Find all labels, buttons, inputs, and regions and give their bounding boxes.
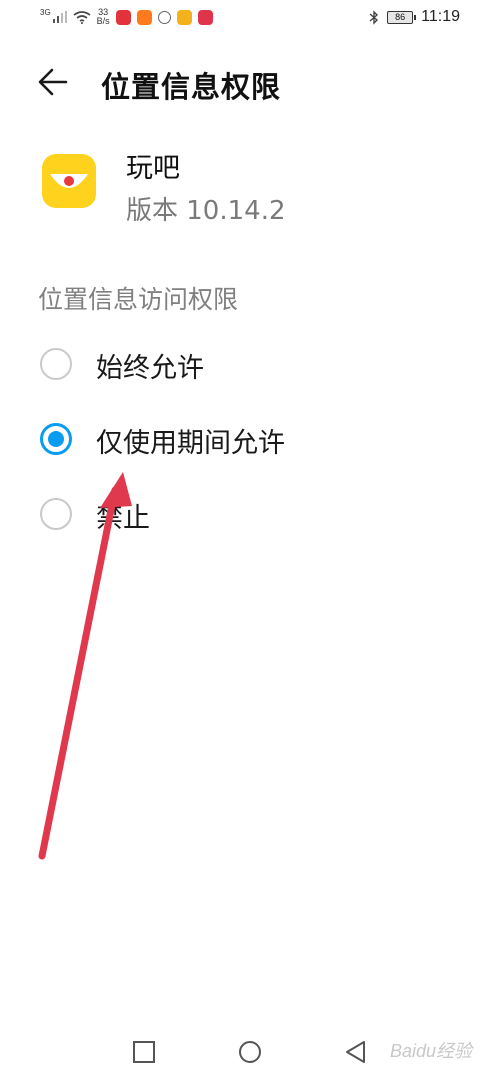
- back-button[interactable]: [34, 62, 78, 102]
- app-version: 版本 10.14.2: [126, 196, 286, 226]
- square-icon: [133, 1041, 155, 1063]
- option-always-allow[interactable]: 始终允许: [0, 332, 500, 396]
- app-name: 玩吧: [126, 153, 180, 184]
- option-label: 禁止: [96, 503, 150, 534]
- option-allow-while-using[interactable]: 仅使用期间允许: [0, 407, 500, 471]
- watermark: Baidu经验: [389, 1041, 472, 1061]
- notification-app-icon-1: [115, 9, 131, 25]
- option-deny[interactable]: 禁止: [0, 482, 500, 546]
- triangle-back-icon: [346, 1041, 365, 1063]
- notification-app-icon-2: [136, 9, 152, 25]
- section-title: 位置信息访问权限: [38, 285, 239, 314]
- net-speed: 33 B/s: [97, 8, 110, 26]
- back-arrow-icon: [38, 68, 68, 96]
- cell-signal-icon: [52, 11, 67, 23]
- option-label: 仅使用期间允许: [96, 428, 285, 459]
- app-logo-icon: [42, 154, 96, 208]
- wifi-icon: [73, 10, 91, 24]
- page-title: 位置信息权限: [101, 70, 282, 104]
- radio-button-unchecked[interactable]: [40, 348, 72, 380]
- net-speed-unit: B/s: [96, 16, 110, 26]
- notification-app-icon-3: [176, 9, 192, 25]
- status-time: 11:19: [421, 8, 460, 25]
- status-left: 3G 33 B/s: [40, 8, 213, 26]
- notification-app-icon-4: [197, 9, 213, 25]
- status-right: 86 11:19: [369, 8, 460, 26]
- circle-icon: [239, 1041, 261, 1063]
- radio-button-unchecked[interactable]: [40, 498, 72, 530]
- recents-button[interactable]: [130, 1038, 158, 1066]
- option-label: 始终允许: [96, 353, 204, 384]
- radio-button-checked[interactable]: [40, 423, 72, 455]
- home-button[interactable]: [236, 1038, 264, 1066]
- app-info: 玩吧 版本 10.14.2: [0, 140, 500, 230]
- network-type-label: 3G: [40, 7, 51, 17]
- status-bar: 3G 33 B/s 86 11:19: [0, 0, 500, 38]
- back-nav-button[interactable]: [342, 1038, 370, 1066]
- notification-circle-icon: [157, 10, 171, 24]
- bluetooth-icon: [369, 9, 379, 25]
- battery-indicator: 86: [387, 10, 417, 24]
- app-bar: 位置信息权限: [0, 50, 500, 116]
